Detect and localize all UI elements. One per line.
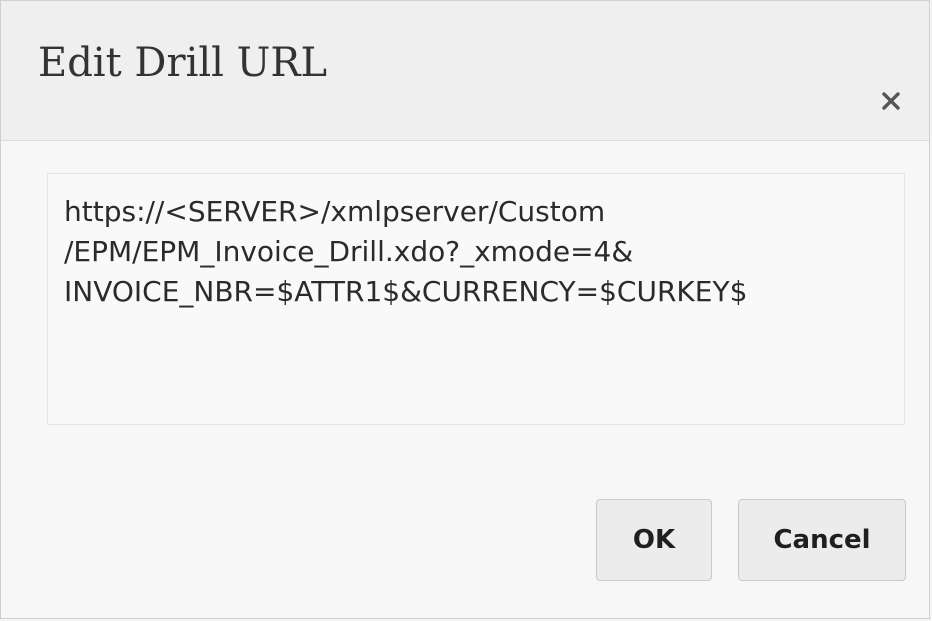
ok-button[interactable]: OK bbox=[596, 499, 712, 581]
dialog-title: Edit Drill URL bbox=[38, 40, 328, 86]
close-button[interactable] bbox=[873, 83, 909, 119]
cancel-button[interactable]: Cancel bbox=[738, 499, 906, 581]
edit-drill-url-dialog: Edit Drill URL https://<SERVER>/xmlpserv… bbox=[0, 0, 930, 619]
drill-url-textarea[interactable]: https://<SERVER>/xmlpserver/Custom /EPM/… bbox=[47, 173, 905, 425]
close-icon bbox=[873, 83, 909, 119]
dialog-header: Edit Drill URL bbox=[1, 1, 929, 141]
